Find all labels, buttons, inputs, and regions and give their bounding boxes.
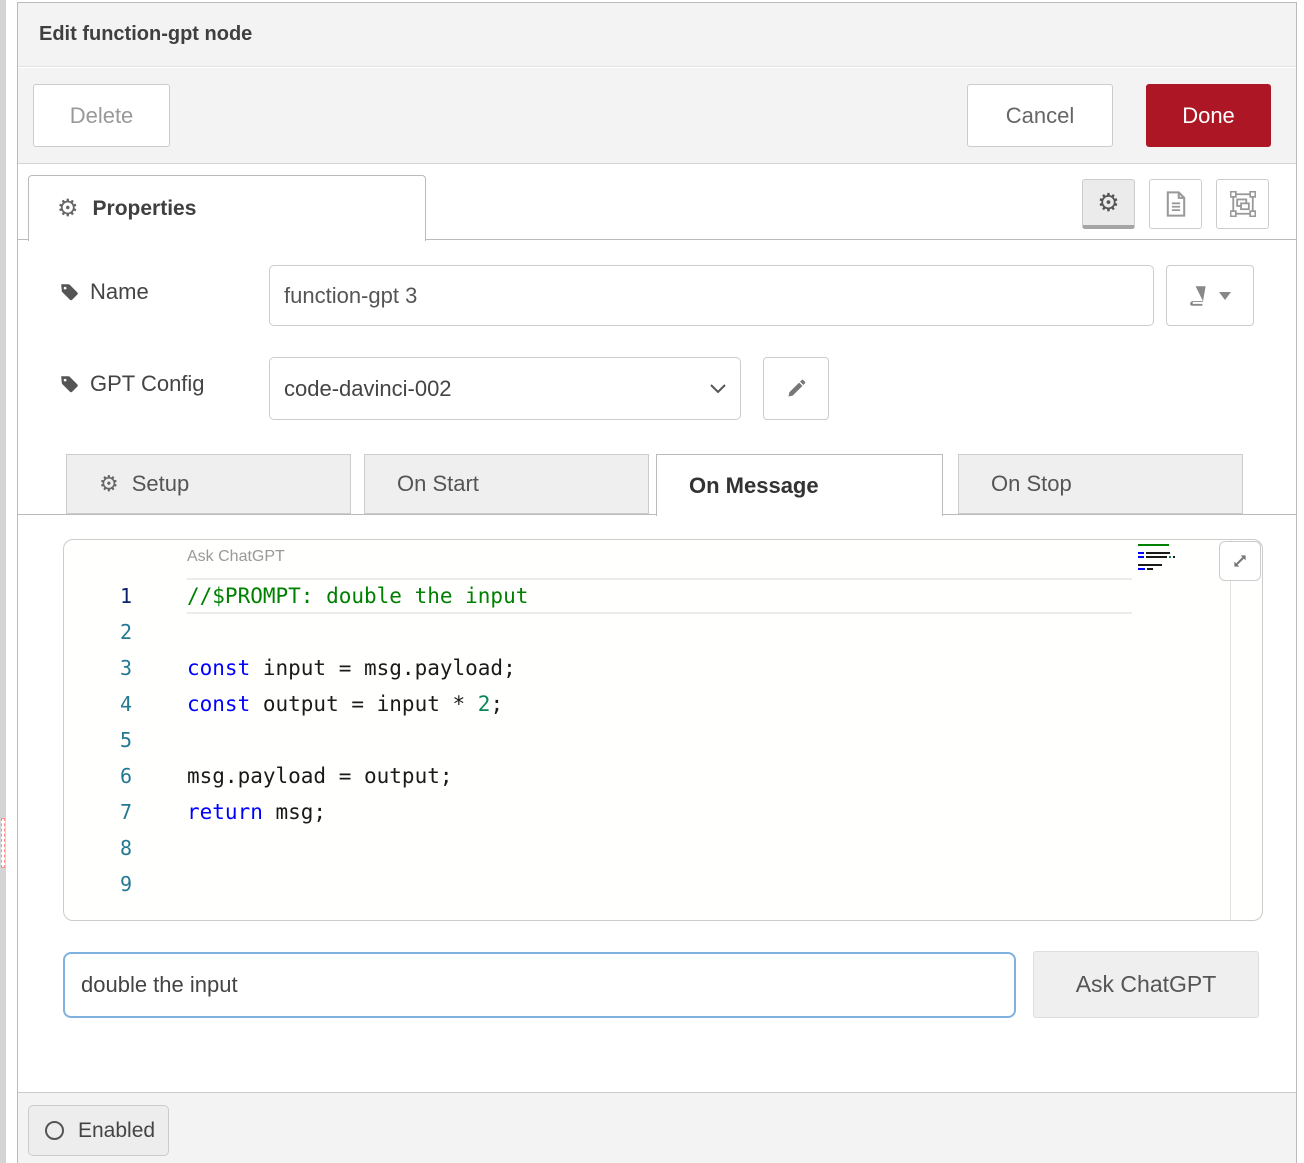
tray-icon-buttons: ⚙: [1082, 179, 1269, 229]
ask-chatgpt-button[interactable]: Ask ChatGPT: [1033, 951, 1259, 1018]
editor-code-line[interactable]: msg.payload = output;: [187, 758, 1262, 794]
node-description-button[interactable]: [1149, 179, 1202, 229]
gpt-config-label: GPT Config: [90, 371, 205, 397]
editor-code-line[interactable]: [187, 866, 1262, 902]
dialog-header: Edit function-gpt node: [18, 3, 1296, 67]
done-button[interactable]: Done: [1146, 84, 1271, 147]
edit-node-dialog: Edit function-gpt node Delete Cancel Don…: [17, 2, 1297, 1163]
workspace-node-fragment: [1, 818, 5, 868]
minimap-line: [1138, 576, 1198, 580]
editor-line-number: 3: [64, 650, 132, 686]
gpt-config-value: code-davinci-002: [284, 376, 452, 402]
expand-icon: [1231, 552, 1249, 570]
tab-label: On Message: [689, 473, 819, 499]
function-tab-bar: ⚙ Setup On Start On Message On Stop: [18, 454, 1296, 515]
edit-config-button[interactable]: [763, 357, 829, 420]
name-input[interactable]: [269, 265, 1154, 326]
code-token: const: [187, 692, 250, 716]
gpt-config-select[interactable]: code-davinci-002: [269, 357, 741, 420]
enabled-toggle-button[interactable]: Enabled: [28, 1105, 169, 1156]
editor-code-line[interactable]: const output = input * 2;: [187, 686, 1262, 722]
gpt-config-label-row: GPT Config: [60, 371, 205, 397]
editor-line-number: 8: [64, 830, 132, 866]
gear-icon: ⚙: [57, 194, 79, 223]
editor-gutter: 123456789: [64, 578, 132, 902]
node-appearance-button[interactable]: [1216, 179, 1269, 229]
page-title: Edit function-gpt node: [39, 23, 252, 46]
code-token: msg.payload = output;: [187, 764, 453, 788]
group-frame-icon: [1230, 191, 1256, 217]
caret-down-icon: [1219, 292, 1231, 300]
properties-form: Name GPT Config code-davinci-002: [18, 241, 1296, 1092]
tab-label: On Start: [397, 471, 479, 497]
editor-code[interactable]: //$PROMPT: double the input const input =…: [187, 578, 1262, 902]
code-token: msg;: [263, 800, 326, 824]
book-icon: [1190, 285, 1210, 307]
tag-icon: [60, 283, 79, 302]
name-label: Name: [90, 279, 149, 305]
editor-line-number: 2: [64, 614, 132, 650]
enabled-label: Enabled: [78, 1119, 155, 1143]
code-token: input = msg.payload;: [250, 656, 516, 680]
circle-icon: [45, 1121, 64, 1140]
code-token: return: [187, 800, 263, 824]
chevron-down-icon: [710, 384, 726, 394]
code-token: ;: [490, 692, 503, 716]
code-editor[interactable]: Ask ChatGPT 123456789 //$PROMPT: double …: [63, 539, 1263, 921]
tab-on-stop[interactable]: On Stop: [958, 454, 1243, 514]
dialog-button-bar: Delete Cancel Done: [18, 68, 1296, 164]
editor-line-number: 6: [64, 758, 132, 794]
dialog-footer: Enabled: [18, 1092, 1296, 1163]
code-token: const: [187, 656, 250, 680]
workspace-edge: [0, 0, 6, 1163]
tab-setup[interactable]: ⚙ Setup: [66, 454, 351, 514]
cancel-button[interactable]: Cancel: [967, 84, 1113, 147]
editor-code-line[interactable]: const input = msg.payload;: [187, 650, 1262, 686]
editor-code-line[interactable]: [187, 722, 1262, 758]
document-icon: [1165, 191, 1187, 217]
tab-label: Setup: [132, 471, 190, 497]
tray-tab-row: ⚙ Properties ⚙: [18, 165, 1296, 240]
gear-icon: ⚙: [99, 471, 119, 497]
pencil-icon: [787, 379, 806, 398]
editor-minimap[interactable]: [1138, 544, 1198, 580]
tab-label: On Stop: [991, 471, 1072, 497]
editor-line-number: 4: [64, 686, 132, 722]
editor-code-line[interactable]: return msg;: [187, 794, 1262, 830]
tab-on-start[interactable]: On Start: [364, 454, 649, 514]
editor-line-number: 1: [64, 578, 132, 614]
node-properties-button[interactable]: ⚙: [1082, 179, 1135, 229]
editor-code-line[interactable]: [187, 614, 1262, 650]
tab-on-message[interactable]: On Message: [656, 454, 943, 516]
prompt-input[interactable]: [63, 952, 1016, 1018]
editor-scrollbar-track[interactable]: [1230, 540, 1231, 920]
code-token: output = input *: [250, 692, 478, 716]
editor-line-number: 7: [64, 794, 132, 830]
tag-icon: [60, 375, 79, 394]
delete-button[interactable]: Delete: [33, 84, 170, 147]
code-token: //$PROMPT: double the input: [187, 584, 528, 608]
codelens-ask-chatgpt[interactable]: Ask ChatGPT: [187, 548, 285, 566]
editor-code-line[interactable]: [187, 830, 1262, 866]
name-label-row: Name: [60, 279, 149, 305]
editor-code-line[interactable]: //$PROMPT: double the input: [187, 578, 1132, 614]
expand-editor-button[interactable]: [1219, 541, 1261, 581]
gear-icon: ⚙: [1097, 188, 1119, 218]
editor-line-number: 5: [64, 722, 132, 758]
editor-line-number: 9: [64, 866, 132, 902]
library-button[interactable]: [1166, 265, 1254, 326]
code-token: 2: [478, 692, 491, 716]
tab-properties[interactable]: ⚙ Properties: [28, 175, 426, 241]
properties-tab-label: Properties: [93, 197, 197, 221]
